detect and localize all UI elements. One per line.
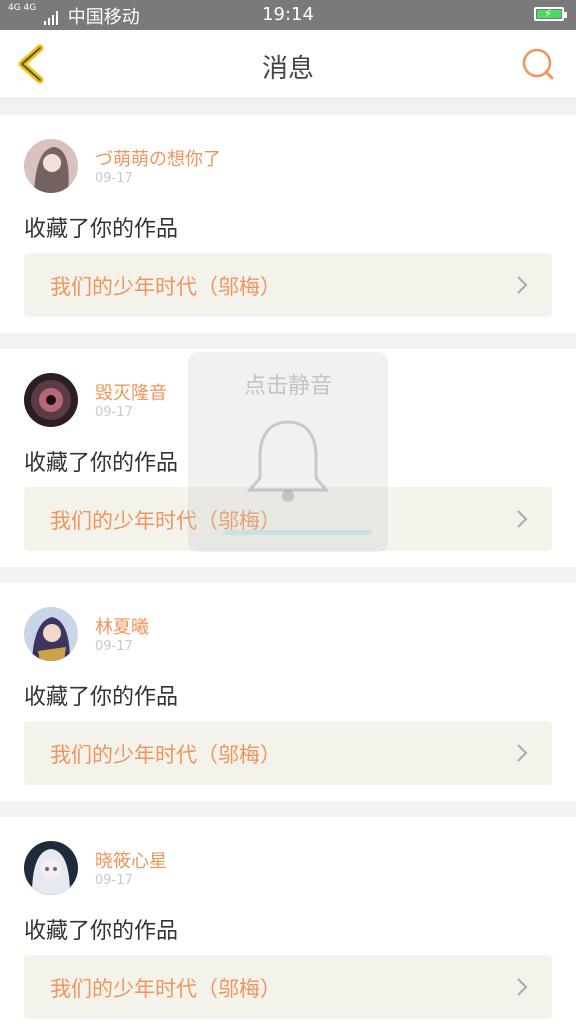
message-item: づ萌萌の想你了 09-17 收藏了你的作品 我们的少年时代（邬梅） (0, 115, 576, 333)
volume-bar (224, 530, 372, 535)
username[interactable]: 晓筱心星 (95, 847, 167, 873)
work-title: 我们的少年时代（邬梅） (50, 743, 281, 767)
username[interactable]: づ萌萌の想你了 (95, 145, 221, 171)
avatar[interactable] (24, 841, 78, 895)
action-text: 收藏了你的作品 (24, 217, 179, 242)
status-bar: 4G 4G 中国移动 19:14 ⚡ (0, 0, 576, 30)
chevron-right-icon (517, 510, 528, 528)
work-link[interactable]: 我们的少年时代（邬梅） (24, 955, 552, 1019)
action-text: 收藏了你的作品 (24, 685, 179, 710)
action-text: 收藏了你的作品 (24, 451, 179, 476)
message-item: 晓筱心星 09-17 收藏了你的作品 我们的少年时代（邬梅） (0, 817, 576, 1035)
message-list: づ萌萌の想你了 09-17 收藏了你的作品 我们的少年时代（邬梅） 毁灭隆音 0… (0, 99, 576, 1035)
header: 消息 (0, 30, 576, 99)
page-title: 消息 (261, 54, 314, 84)
work-link[interactable]: 我们的少年时代（邬梅） (24, 721, 552, 785)
chevron-right-icon (517, 978, 528, 996)
mute-toast[interactable]: 点击静音 (188, 352, 388, 552)
avatar[interactable] (24, 607, 78, 661)
bell-icon (246, 420, 330, 502)
toast-text: 点击静音 (243, 374, 332, 399)
search-button[interactable] (520, 46, 556, 82)
username[interactable]: 毁灭隆音 (95, 379, 167, 405)
message-date: 09-17 (95, 171, 133, 186)
chevron-right-icon (517, 744, 528, 762)
message-date: 09-17 (95, 405, 133, 420)
chevron-right-icon (517, 276, 528, 294)
work-title: 我们的少年时代（邬梅） (50, 977, 281, 1001)
message-item: 林夏曦 09-17 收藏了你的作品 我们的少年时代（邬梅） (0, 583, 576, 801)
battery-icon: ⚡ (534, 7, 567, 21)
status-time: 19:14 (262, 4, 314, 25)
search-icon (522, 48, 554, 80)
message-date: 09-17 (95, 639, 133, 654)
message-date: 09-17 (95, 873, 133, 888)
work-title: 我们的少年时代（邬梅） (50, 275, 281, 299)
work-link[interactable]: 我们的少年时代（邬梅） (24, 253, 552, 317)
avatar[interactable] (24, 373, 78, 427)
avatar[interactable] (24, 139, 78, 193)
username[interactable]: 林夏曦 (95, 613, 149, 639)
action-text: 收藏了你的作品 (24, 919, 179, 944)
